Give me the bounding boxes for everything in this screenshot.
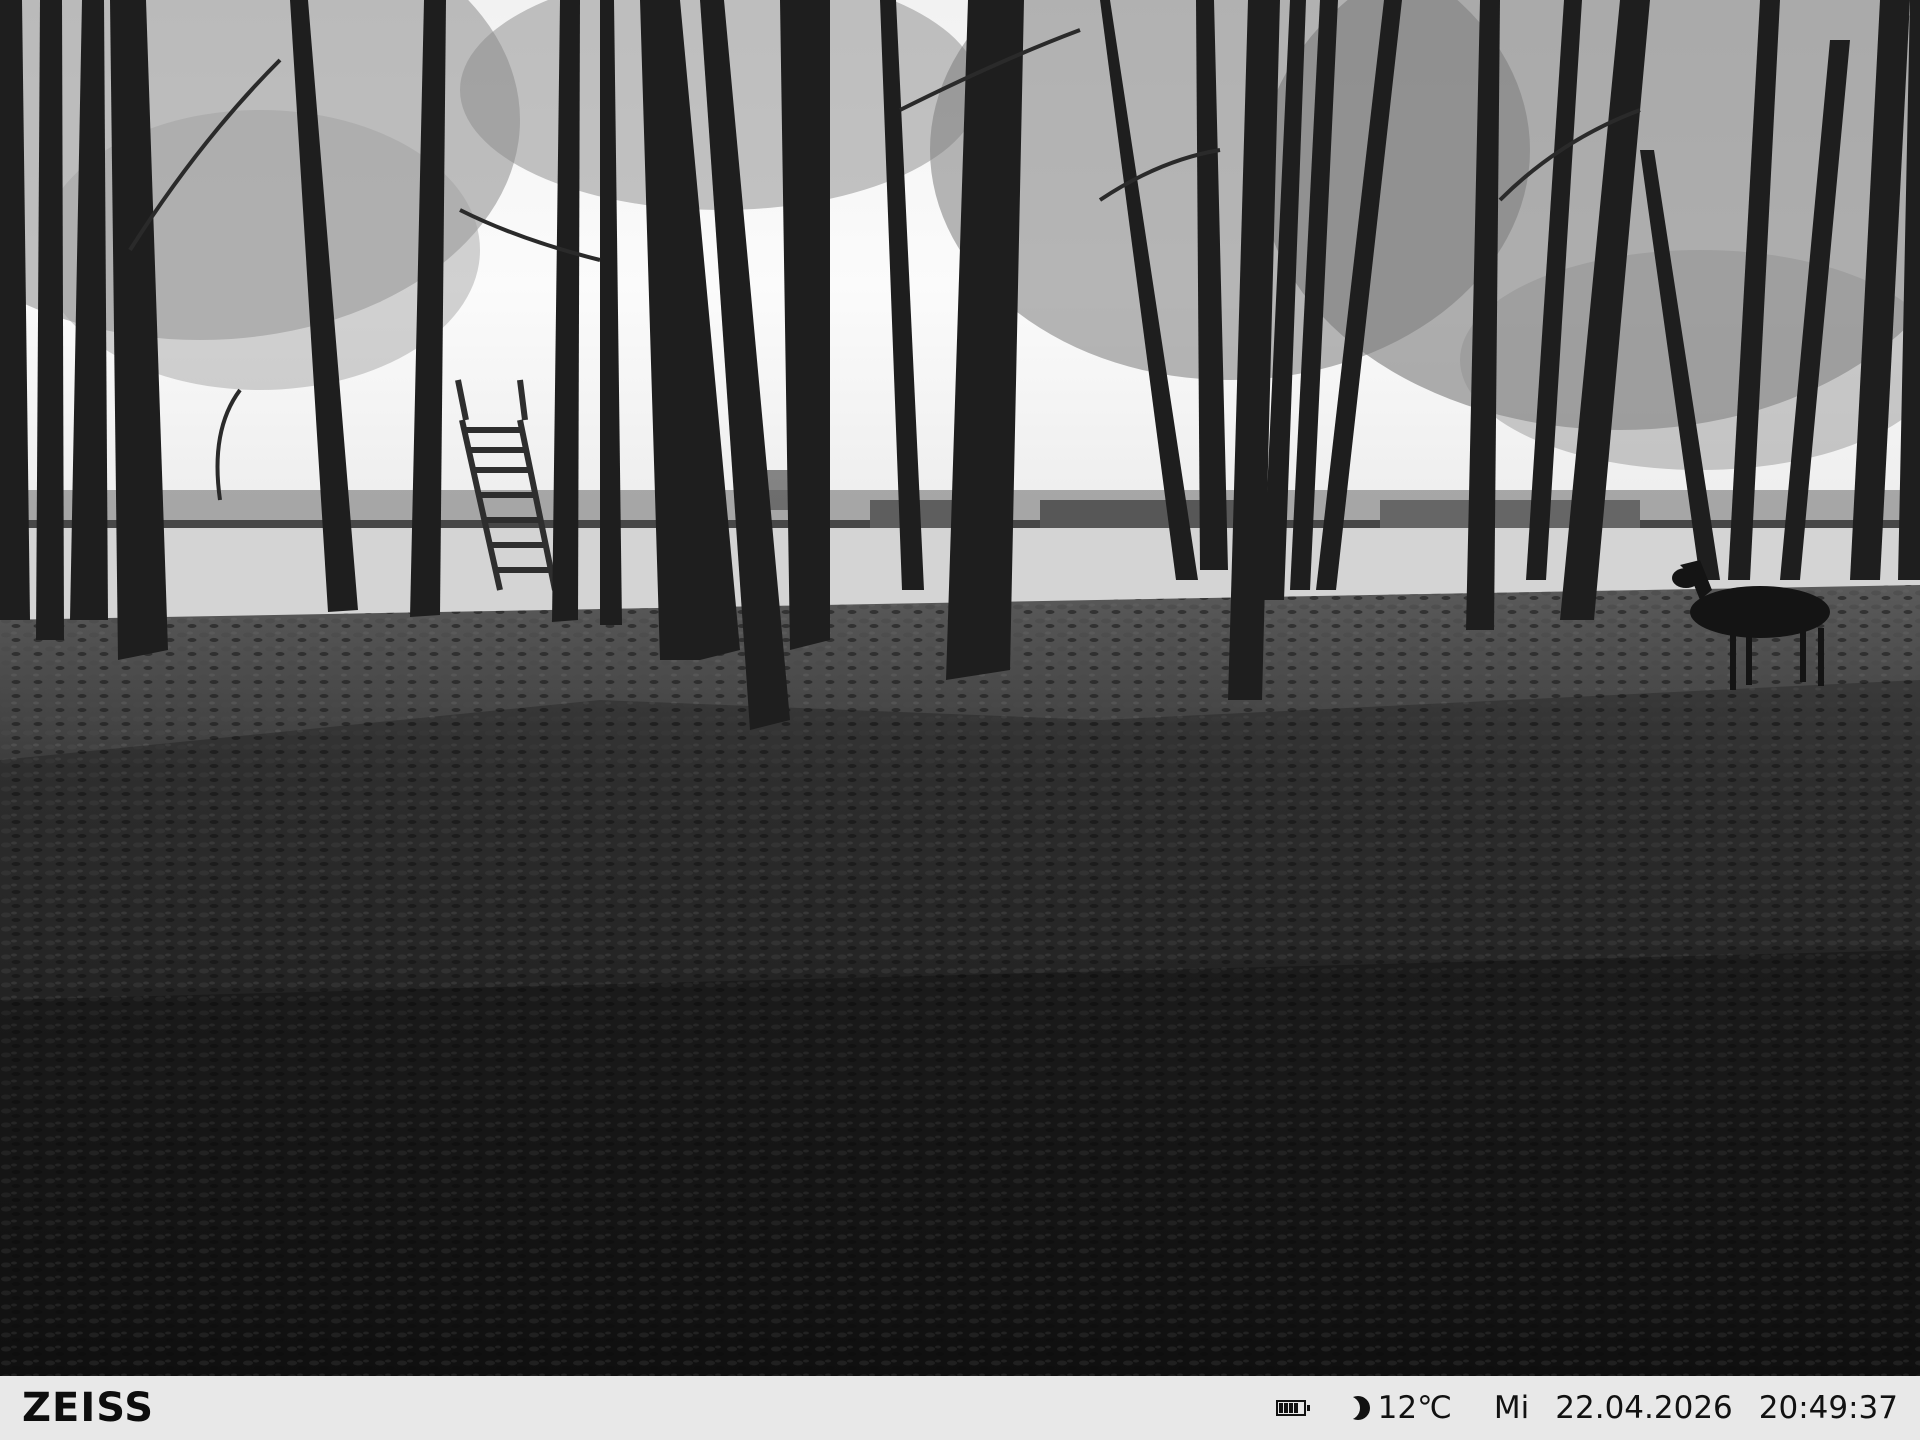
- time-readout: 20:49:37: [1758, 1390, 1898, 1426]
- brand-logo: ZEISS: [22, 1385, 155, 1431]
- date-readout: 22.04.2026: [1555, 1390, 1733, 1426]
- trail-camera-photo: [0, 0, 1920, 1376]
- weekday-readout: Mi: [1493, 1390, 1530, 1426]
- temperature-readout: 12℃: [1377, 1390, 1452, 1426]
- battery-full-icon: [1275, 1400, 1310, 1416]
- camera-info-bar: ZEISS 12℃ Mi 22.04.2026 20:49:37: [0, 1376, 1920, 1440]
- camera-readouts: 12℃ Mi 22.04.2026 20:49:37: [1275, 1390, 1898, 1426]
- moon-phase-icon: [1335, 1396, 1370, 1420]
